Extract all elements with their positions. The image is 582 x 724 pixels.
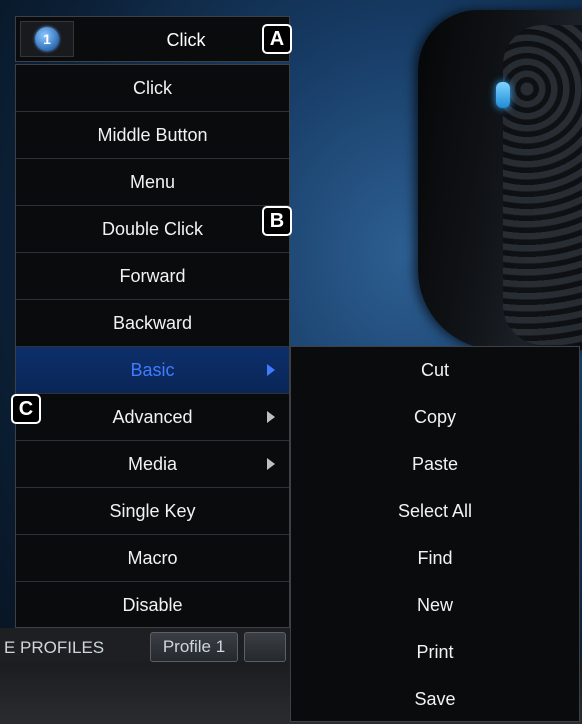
- menu-item-label: Click: [133, 78, 172, 98]
- menu-item-label: Middle Button: [97, 125, 208, 145]
- callout-badge-c: C: [11, 394, 41, 424]
- button-number-icon: 1: [35, 27, 59, 51]
- mouse-led: [496, 82, 510, 108]
- menu-item-single-key[interactable]: Single Key: [16, 488, 289, 535]
- profiles-section-label: E PROFILES: [4, 638, 105, 657]
- button-assignment-header[interactable]: 1 Click: [15, 16, 290, 62]
- chevron-right-icon: [267, 364, 275, 376]
- menu-item-basic[interactable]: Basic: [16, 347, 289, 394]
- menu-item-label: Advanced: [112, 407, 193, 427]
- callout-badge-b: B: [262, 206, 292, 236]
- menu-item-forward[interactable]: Forward: [16, 253, 289, 300]
- submenu-item-print[interactable]: Print: [291, 629, 579, 676]
- menu-item-media[interactable]: Media: [16, 441, 289, 488]
- menu-item-backward[interactable]: Backward: [16, 300, 289, 347]
- menu-item-double-click[interactable]: Double Click: [16, 206, 289, 253]
- menu-item-label: Forward: [119, 266, 186, 286]
- menu-item-macro[interactable]: Macro: [16, 535, 289, 582]
- menu-item-click[interactable]: Click: [16, 65, 289, 112]
- menu-item-label: Basic: [130, 360, 175, 380]
- chevron-right-icon: [267, 411, 275, 423]
- submenu-item-save[interactable]: Save: [291, 676, 579, 723]
- chevron-right-icon: [267, 458, 275, 470]
- current-assignment-label: Click: [166, 30, 206, 50]
- submenu-item-select-all[interactable]: Select All: [291, 488, 579, 535]
- menu-item-disable[interactable]: Disable: [16, 582, 289, 629]
- menu-item-label: Macro: [127, 548, 178, 568]
- menu-item-label: Single Key: [109, 501, 196, 521]
- menu-item-label: Backward: [112, 313, 193, 333]
- menu-item-menu[interactable]: Menu: [16, 159, 289, 206]
- basic-submenu: Cut Copy Paste Select All Find New Print…: [290, 346, 580, 722]
- assignment-menu: Click Middle Button Menu Double Click Fo…: [15, 64, 290, 628]
- menu-item-label: Double Click: [101, 219, 204, 239]
- mouse-texture: [503, 25, 582, 345]
- submenu-item-find[interactable]: Find: [291, 535, 579, 582]
- button-number-badge: 1: [20, 21, 74, 57]
- callout-badge-a: A: [262, 24, 292, 54]
- menu-item-middle-button[interactable]: Middle Button: [16, 112, 289, 159]
- profile-tab[interactable]: Profile 1: [150, 632, 238, 662]
- menu-item-label: Media: [127, 454, 178, 474]
- submenu-item-paste[interactable]: Paste: [291, 441, 579, 488]
- profile-tab-secondary[interactable]: [244, 632, 286, 662]
- submenu-item-new[interactable]: New: [291, 582, 579, 629]
- menu-item-advanced[interactable]: Advanced: [16, 394, 289, 441]
- menu-item-label: Disable: [122, 595, 183, 615]
- submenu-item-cut[interactable]: Cut: [291, 347, 579, 394]
- submenu-item-copy[interactable]: Copy: [291, 394, 579, 441]
- menu-item-label: Menu: [129, 172, 176, 192]
